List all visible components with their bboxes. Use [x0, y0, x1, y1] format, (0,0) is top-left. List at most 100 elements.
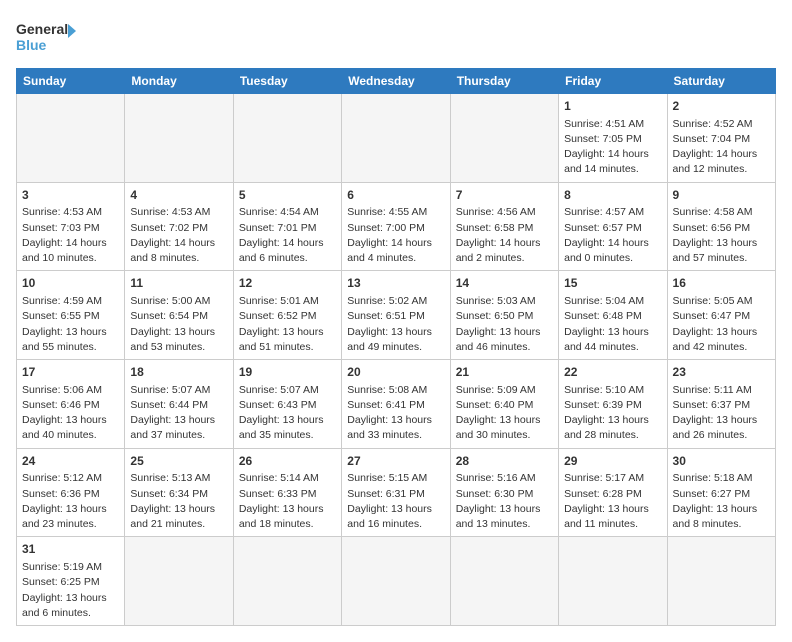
page-header: General Blue: [16, 16, 776, 56]
calendar-cell: 26Sunrise: 5:14 AM Sunset: 6:33 PM Dayli…: [233, 448, 341, 537]
calendar-week-row: 31Sunrise: 5:19 AM Sunset: 6:25 PM Dayli…: [17, 537, 776, 626]
day-number: 5: [239, 187, 336, 204]
logo-svg: General Blue: [16, 16, 76, 56]
calendar-cell: [559, 537, 667, 626]
calendar-cell: 22 Sunrise: 5:10 AM Sunset: 6:39 PM Dayli…: [559, 360, 667, 449]
calendar-cell: 2 Sunrise: 4:52 AM Sunset: 7:04 PM Daylig…: [667, 94, 775, 183]
day-number: 17: [22, 364, 119, 381]
day-info: Sunrise: 5:17 AM Sunset: 6:28 PM Dayligh…: [564, 471, 661, 532]
day-number: 19: [239, 364, 336, 381]
calendar-cell: [450, 537, 558, 626]
calendar-cell: 31Sunrise: 5:19 AM Sunset: 6:25 PM Dayli…: [17, 537, 125, 626]
day-number: 14: [456, 275, 553, 292]
day-info: Sunrise: 5:18 AM Sunset: 6:27 PM Dayligh…: [673, 471, 770, 532]
calendar-cell: 14Sunrise: 5:03 AM Sunset: 6:50 PM Dayli…: [450, 271, 558, 360]
day-info: Sunrise: 4:57 AM Sunset: 6:57 PM Dayligh…: [564, 205, 661, 266]
calendar-cell: 3Sunrise: 4:53 AM Sunset: 7:03 PM Daylig…: [17, 182, 125, 271]
day-number: 25: [130, 453, 227, 470]
calendar-cell: 17 Sunrise: 5:06 AM Sunset: 6:46 PM Dayli…: [17, 360, 125, 449]
day-info: Sunrise: 5:06 AM Sunset: 6:46 PM Dayligh…: [22, 383, 119, 444]
day-info: Sunrise: 5:07 AM Sunset: 6:43 PM Dayligh…: [239, 383, 336, 444]
calendar-cell: 15 Sunrise: 5:04 AM Sunset: 6:48 PM Dayli…: [559, 271, 667, 360]
day-number: 28: [456, 453, 553, 470]
day-number: 13: [347, 275, 444, 292]
calendar-cell: 20Sunrise: 5:08 AM Sunset: 6:41 PM Dayli…: [342, 360, 450, 449]
day-number: 15: [564, 275, 661, 292]
calendar-cell: [667, 537, 775, 626]
day-number: 7: [456, 187, 553, 204]
day-number: 16: [673, 275, 770, 292]
day-info: Sunrise: 4:58 AM Sunset: 6:56 PM Dayligh…: [673, 205, 770, 266]
day-number: 4: [130, 187, 227, 204]
day-number: 18: [130, 364, 227, 381]
calendar-week-row: 24Sunrise: 5:12 AM Sunset: 6:36 PM Dayli…: [17, 448, 776, 537]
calendar-cell: [125, 537, 233, 626]
day-info: Sunrise: 5:12 AM Sunset: 6:36 PM Dayligh…: [22, 471, 119, 532]
calendar-cell: [17, 94, 125, 183]
day-number: 30: [673, 453, 770, 470]
calendar-cell: 13Sunrise: 5:02 AM Sunset: 6:51 PM Dayli…: [342, 271, 450, 360]
svg-text:General: General: [16, 21, 68, 37]
calendar-header-row: SundayMondayTuesdayWednesdayThursdayFrid…: [17, 69, 776, 94]
day-number: 22: [564, 364, 661, 381]
day-number: 3: [22, 187, 119, 204]
day-number: 12: [239, 275, 336, 292]
day-number: 20: [347, 364, 444, 381]
day-info: Sunrise: 4:52 AM Sunset: 7:04 PM Dayligh…: [673, 117, 770, 178]
calendar-cell: [450, 94, 558, 183]
calendar-cell: 29Sunrise: 5:17 AM Sunset: 6:28 PM Dayli…: [559, 448, 667, 537]
day-number: 31: [22, 541, 119, 558]
day-number: 11: [130, 275, 227, 292]
day-info: Sunrise: 5:00 AM Sunset: 6:54 PM Dayligh…: [130, 294, 227, 355]
day-number: 1: [564, 98, 661, 115]
calendar-cell: 28Sunrise: 5:16 AM Sunset: 6:30 PM Dayli…: [450, 448, 558, 537]
day-info: Sunrise: 5:13 AM Sunset: 6:34 PM Dayligh…: [130, 471, 227, 532]
calendar-cell: 16 Sunrise: 5:05 AM Sunset: 6:47 PM Dayli…: [667, 271, 775, 360]
calendar-day-header: Tuesday: [233, 69, 341, 94]
calendar-table: SundayMondayTuesdayWednesdayThursdayFrid…: [16, 68, 776, 626]
day-info: Sunrise: 4:56 AM Sunset: 6:58 PM Dayligh…: [456, 205, 553, 266]
calendar-cell: 18 Sunrise: 5:07 AM Sunset: 6:44 PM Dayli…: [125, 360, 233, 449]
day-info: Sunrise: 4:55 AM Sunset: 7:00 PM Dayligh…: [347, 205, 444, 266]
day-number: 6: [347, 187, 444, 204]
calendar-body: 1 Sunrise: 4:51 AM Sunset: 7:05 PM Daylig…: [17, 94, 776, 626]
calendar-cell: 30Sunrise: 5:18 AM Sunset: 6:27 PM Dayli…: [667, 448, 775, 537]
day-number: 21: [456, 364, 553, 381]
calendar-week-row: 1 Sunrise: 4:51 AM Sunset: 7:05 PM Daylig…: [17, 94, 776, 183]
calendar-week-row: 10Sunrise: 4:59 AM Sunset: 6:55 PM Dayli…: [17, 271, 776, 360]
day-number: 10: [22, 275, 119, 292]
calendar-cell: 7Sunrise: 4:56 AM Sunset: 6:58 PM Daylig…: [450, 182, 558, 271]
day-info: Sunrise: 4:51 AM Sunset: 7:05 PM Dayligh…: [564, 117, 661, 178]
calendar-day-header: Sunday: [17, 69, 125, 94]
day-info: Sunrise: 5:11 AM Sunset: 6:37 PM Dayligh…: [673, 383, 770, 444]
day-info: Sunrise: 5:05 AM Sunset: 6:47 PM Dayligh…: [673, 294, 770, 355]
day-number: 8: [564, 187, 661, 204]
day-number: 2: [673, 98, 770, 115]
calendar-cell: 23Sunrise: 5:11 AM Sunset: 6:37 PM Dayli…: [667, 360, 775, 449]
day-info: Sunrise: 5:15 AM Sunset: 6:31 PM Dayligh…: [347, 471, 444, 532]
calendar-day-header: Saturday: [667, 69, 775, 94]
calendar-cell: [233, 537, 341, 626]
day-info: Sunrise: 5:10 AM Sunset: 6:39 PM Dayligh…: [564, 383, 661, 444]
calendar-cell: 6Sunrise: 4:55 AM Sunset: 7:00 PM Daylig…: [342, 182, 450, 271]
day-number: 29: [564, 453, 661, 470]
calendar-day-header: Thursday: [450, 69, 558, 94]
day-number: 24: [22, 453, 119, 470]
day-info: Sunrise: 4:53 AM Sunset: 7:02 PM Dayligh…: [130, 205, 227, 266]
day-info: Sunrise: 5:07 AM Sunset: 6:44 PM Dayligh…: [130, 383, 227, 444]
calendar-cell: 25Sunrise: 5:13 AM Sunset: 6:34 PM Dayli…: [125, 448, 233, 537]
calendar-cell: 12Sunrise: 5:01 AM Sunset: 6:52 PM Dayli…: [233, 271, 341, 360]
logo: General Blue: [16, 16, 76, 56]
day-info: Sunrise: 5:09 AM Sunset: 6:40 PM Dayligh…: [456, 383, 553, 444]
day-info: Sunrise: 5:14 AM Sunset: 6:33 PM Dayligh…: [239, 471, 336, 532]
calendar-cell: [125, 94, 233, 183]
calendar-cell: 5Sunrise: 4:54 AM Sunset: 7:01 PM Daylig…: [233, 182, 341, 271]
day-info: Sunrise: 4:54 AM Sunset: 7:01 PM Dayligh…: [239, 205, 336, 266]
day-info: Sunrise: 5:04 AM Sunset: 6:48 PM Dayligh…: [564, 294, 661, 355]
day-info: Sunrise: 4:53 AM Sunset: 7:03 PM Dayligh…: [22, 205, 119, 266]
calendar-cell: [233, 94, 341, 183]
calendar-cell: 11 Sunrise: 5:00 AM Sunset: 6:54 PM Dayli…: [125, 271, 233, 360]
calendar-cell: 9Sunrise: 4:58 AM Sunset: 6:56 PM Daylig…: [667, 182, 775, 271]
calendar-day-header: Wednesday: [342, 69, 450, 94]
calendar-cell: 8Sunrise: 4:57 AM Sunset: 6:57 PM Daylig…: [559, 182, 667, 271]
